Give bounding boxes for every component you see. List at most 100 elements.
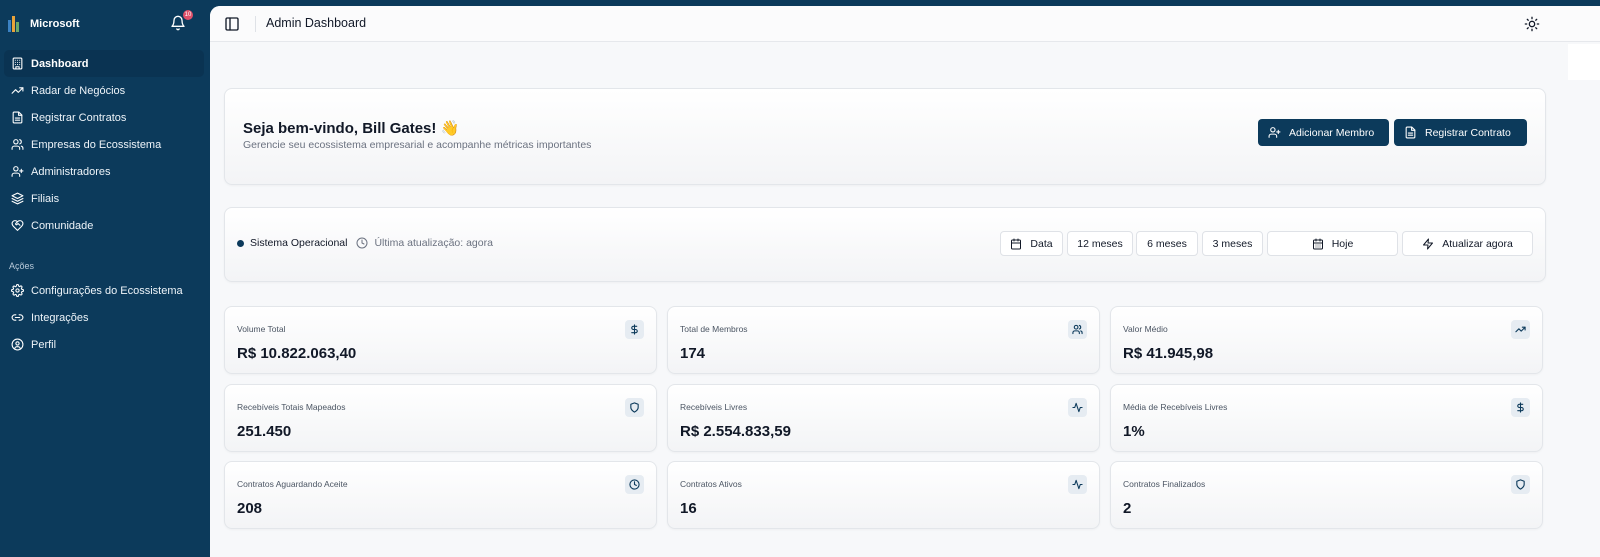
add-member-label: Adicionar Membro xyxy=(1289,126,1375,139)
system-status-text: Sistema Operacional xyxy=(250,237,348,249)
sidebar-item-configuracoes[interactable]: Configurações do Ecossistema xyxy=(4,277,204,304)
top-bar: Admin Dashboard xyxy=(210,6,1600,42)
notification-badge: 10 xyxy=(183,10,193,20)
trending-up-icon xyxy=(1511,320,1530,339)
add-member-button[interactable]: Adicionar Membro xyxy=(1258,119,1389,146)
stat-card-volume-total: Volume Total R$ 10.822.063,40 xyxy=(224,306,657,374)
welcome-title: Seja bem-vindo, Bill Gates! 👋 xyxy=(243,120,460,137)
zap-icon xyxy=(1423,238,1434,249)
sidebar-item-label: Comunidade xyxy=(31,219,94,232)
stat-label: Contratos Aguardando Aceite xyxy=(237,479,348,489)
register-contract-label: Registrar Contrato xyxy=(1425,126,1511,139)
filter-date-button[interactable]: Data xyxy=(1000,231,1063,256)
stat-card-total-membros: Total de Membros 174 xyxy=(667,306,1100,374)
sidebar-item-integracoes[interactable]: Integrações xyxy=(4,304,204,331)
stat-label: Total de Membros xyxy=(680,324,748,334)
sidebar-toggle-icon[interactable] xyxy=(224,16,240,32)
filter-12-months-button[interactable]: 12 meses xyxy=(1067,231,1133,256)
stat-card-contratos-aguardando: Contratos Aguardando Aceite 208 xyxy=(224,461,657,529)
sidebar-item-label: Registrar Contratos xyxy=(31,111,127,124)
dollar-icon xyxy=(1511,398,1530,417)
sidebar-item-empresas[interactable]: Empresas do Ecossistema xyxy=(4,131,204,158)
sidebar-item-label: Perfil xyxy=(31,338,57,351)
sidebar-item-registrar-contratos[interactable]: Registrar Contratos xyxy=(4,104,204,131)
sidebar-nav: Dashboard Radar de Negócios Registrar Co… xyxy=(4,50,204,239)
register-contract-button[interactable]: Registrar Contrato xyxy=(1394,119,1527,146)
layers-icon xyxy=(11,192,24,205)
stat-value: 251.450 xyxy=(237,423,292,440)
file-icon xyxy=(12,111,23,124)
page-title: Admin Dashboard xyxy=(266,16,367,30)
status-dot xyxy=(237,239,244,247)
stat-label: Recebíveis Livres xyxy=(680,402,748,412)
sidebar-item-label: Integrações xyxy=(31,311,89,324)
gear-icon xyxy=(11,284,24,297)
file-text-icon xyxy=(1405,126,1416,139)
stat-value: R$ 10.822.063,40 xyxy=(237,345,357,362)
sidebar-item-perfil[interactable]: Perfil xyxy=(4,331,204,358)
sidebar-item-filiais[interactable]: Filiais xyxy=(4,185,204,212)
stat-value: 1% xyxy=(1123,423,1145,440)
shield-icon xyxy=(1511,475,1530,494)
link-icon xyxy=(11,314,24,321)
building-icon xyxy=(12,57,23,70)
stat-card-recebiveis-livres: Recebíveis Livres R$ 2.554.833,59 xyxy=(667,384,1100,452)
refresh-now-button[interactable]: Atualizar agora xyxy=(1402,231,1533,256)
last-updated-text: Última atualização: agora xyxy=(374,237,493,249)
brand-name: Microsoft xyxy=(30,18,80,30)
stat-label: Volume Total xyxy=(237,324,286,334)
sidebar-item-radar[interactable]: Radar de Negócios xyxy=(4,77,204,104)
sidebar: Microsoft 10 Dashboard Radar de Negócios… xyxy=(0,0,210,557)
sidebar-item-label: Administradores xyxy=(31,165,111,178)
stat-value: R$ 41.945,98 xyxy=(1123,345,1214,362)
filter-6-months-label: 6 meses xyxy=(1147,237,1187,250)
stat-card-contratos-finalizados: Contratos Finalizados 2 xyxy=(1110,461,1543,529)
scrollbar-track[interactable] xyxy=(1568,44,1600,80)
status-bar: Sistema Operacional Última atualização: … xyxy=(224,207,1546,282)
brand[interactable]: Microsoft xyxy=(8,14,80,34)
heart-handshake-icon xyxy=(11,220,24,231)
filter-3-months-button[interactable]: 3 meses xyxy=(1202,231,1263,256)
sidebar-item-label: Filiais xyxy=(31,192,60,205)
stat-card-media-recebiveis: Média de Recebíveis Livres 1% xyxy=(1110,384,1543,452)
filter-today-label: Hoje xyxy=(1331,237,1354,250)
stat-value: 2 xyxy=(1123,500,1132,517)
theme-toggle-icon[interactable] xyxy=(1524,16,1540,32)
clock-icon xyxy=(356,237,368,249)
filter-today-button[interactable]: Hoje xyxy=(1267,231,1398,256)
stat-label: Valor Médio xyxy=(1123,324,1168,334)
sidebar-item-label: Radar de Negócios xyxy=(31,84,126,97)
user-icon xyxy=(11,166,24,177)
user-circle-icon xyxy=(11,338,24,351)
filter-6-months-button[interactable]: 6 meses xyxy=(1136,231,1198,256)
header-divider xyxy=(255,16,256,32)
stat-value: 174 xyxy=(680,345,706,362)
sidebar-item-label: Dashboard xyxy=(31,57,89,70)
sidebar-item-comunidade[interactable]: Comunidade xyxy=(4,212,204,239)
sidebar-item-label: Empresas do Ecossistema xyxy=(31,138,162,151)
stat-label: Contratos Finalizados xyxy=(1123,479,1206,489)
filter-date-label: Data xyxy=(1030,237,1053,250)
shield-icon xyxy=(625,398,644,417)
dollar-icon xyxy=(625,320,644,339)
stat-value: R$ 2.554.833,59 xyxy=(680,423,791,440)
activity-icon xyxy=(1068,475,1087,494)
users-icon xyxy=(1068,320,1087,339)
filter-12-months-label: 12 meses xyxy=(1077,237,1123,250)
sidebar-section-actions: Ações xyxy=(9,261,35,271)
user-plus-icon xyxy=(1268,127,1281,138)
trending-up-icon xyxy=(11,87,24,94)
users-icon xyxy=(11,139,24,150)
system-status: Sistema Operacional Última atualização: … xyxy=(237,237,493,249)
filter-3-months-label: 3 meses xyxy=(1212,237,1253,250)
stat-card-valor-medio: Valor Médio R$ 41.945,98 xyxy=(1110,306,1543,374)
sidebar-actions: Configurações do Ecossistema Integrações… xyxy=(4,277,204,358)
calendar-grid-icon xyxy=(1312,238,1323,249)
sidebar-item-dashboard[interactable]: Dashboard xyxy=(4,50,204,77)
stat-value: 16 xyxy=(680,500,697,517)
main-content: Admin Dashboard Seja bem-vindo, Bill Gat… xyxy=(210,6,1600,557)
stat-card-contratos-ativos: Contratos Ativos 16 xyxy=(667,461,1100,529)
refresh-now-label: Atualizar agora xyxy=(1442,237,1513,250)
sidebar-item-administradores[interactable]: Administradores xyxy=(4,158,204,185)
stat-label: Recebíveis Totais Mapeados xyxy=(237,402,346,412)
